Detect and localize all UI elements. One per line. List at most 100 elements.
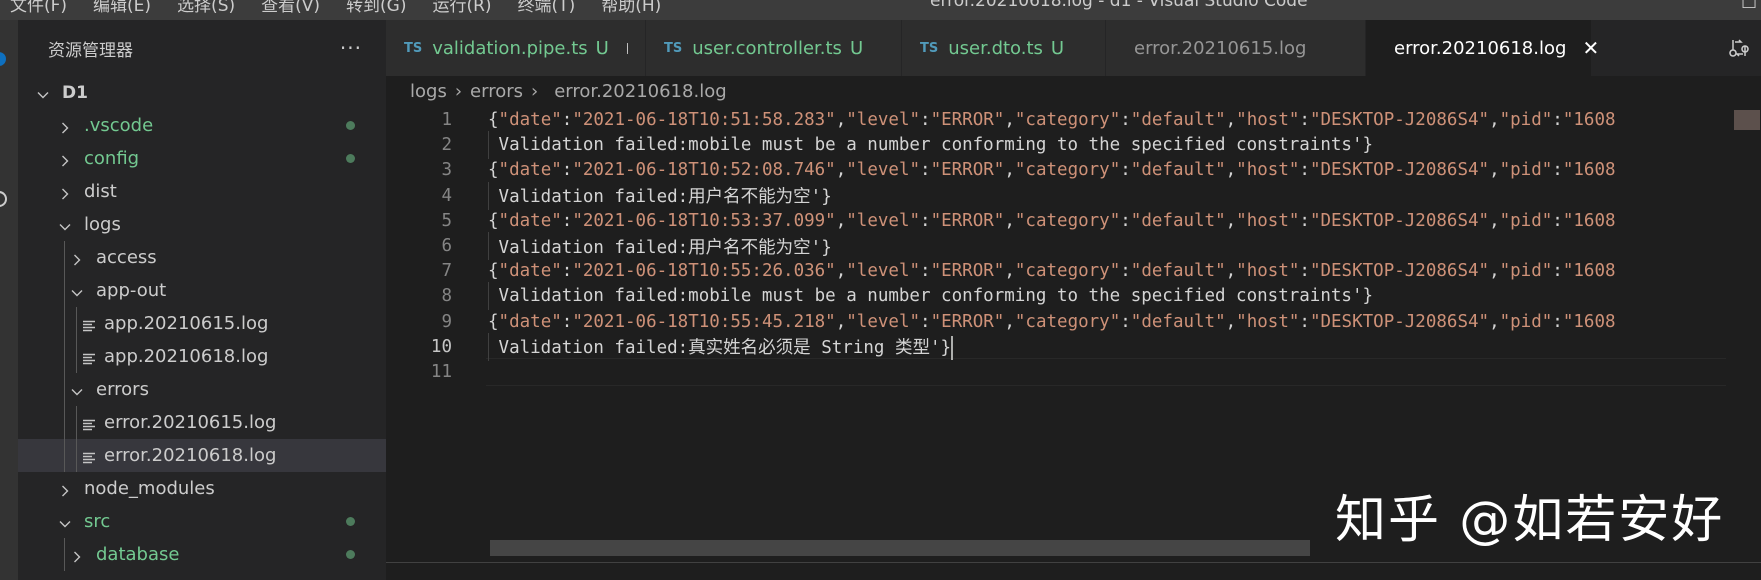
run-debug-icon[interactable] [0,191,7,207]
breadcrumb-item[interactable]: errors [470,81,523,102]
chevron-down-icon[interactable] [58,218,72,232]
chevron-right-icon[interactable] [58,152,72,166]
tab-label: error.20210615.log [1134,37,1307,59]
code-text: {"date":"2021-06-18T10:55:45.218","level… [488,311,1616,332]
code-text: Validation failed:mobile must be a numbe… [488,286,1374,307]
tree-item-label: logs [84,214,121,235]
code-line[interactable]: 6 Validation failed:用户名不能为空'} [386,232,1726,260]
source-control-badge-icon[interactable] [0,52,6,66]
code-line[interactable]: 10 Validation failed:真实姓名必须是 String 类型'} [386,332,1726,361]
git-status-dot [346,154,355,163]
line-number: 8 [441,286,452,307]
title-bar: 文件(F) 编辑(E) 选择(S) 查看(V) 转到(G) 运行(R) 终端(T) 帮助(H)… [0,0,1761,20]
close-icon[interactable]: ✕ [1582,36,1599,60]
menu-item[interactable]: 查看(V) [261,0,320,16]
file-item[interactable]: app.20210618.log [18,340,386,373]
compare-changes-icon[interactable] [1727,36,1751,60]
git-status-badge: U [849,37,864,59]
chevron-down-icon[interactable] [58,515,72,529]
tree-item-label: app-out [96,280,167,301]
code-line[interactable]: 9 {"date":"2021-06-18T10:55:45.218","leve… [386,308,1726,336]
code-line[interactable]: 3 {"date":"2021-06-18T10:52:08.746","leve… [386,156,1726,184]
window-control-icon[interactable]: □ [1741,0,1757,11]
tree-item-label: src [84,511,111,532]
chevron-down-icon[interactable] [70,383,84,397]
tree-item-label: dist [84,181,117,202]
folder-item[interactable]: access [18,241,386,274]
explorer-header: 资源管理器 ··· [18,20,386,76]
file-item[interactable]: error.20210615.log [18,406,386,439]
code-line[interactable]: 2 Validation failed:mobile must be a num… [386,131,1726,160]
line-number: 7 [441,261,452,282]
folder-item[interactable]: dist [18,175,386,208]
workspace-root[interactable]: D1 [18,76,386,109]
activity-bar [0,20,18,580]
chevron-right-icon[interactable] [58,119,72,133]
log-file-icon [82,317,96,331]
git-status-dot [346,517,355,526]
chevron-right-icon[interactable] [58,482,72,496]
code-text: Validation failed:mobile must be a numbe… [488,135,1374,156]
tab-label: user.dto.ts [948,37,1043,59]
chevron-down-icon[interactable] [36,86,50,100]
chevron-down-icon[interactable] [70,284,84,298]
chevron-right-icon[interactable] [58,185,72,199]
folder-item[interactable]: errors [18,373,386,406]
folder-item[interactable]: app-out [18,274,386,307]
more-actions-icon[interactable]: ··· [340,36,362,60]
horizontal-scrollbar[interactable] [490,540,1310,556]
tree-item-label: D1 [62,82,88,103]
menu-item[interactable]: 运行(R) [432,0,491,16]
minimap[interactable] [1726,106,1761,560]
folder-item[interactable]: logs [18,208,386,241]
code-line[interactable]: 1 {"date":"2021-06-18T10:51:58.283","leve… [386,106,1726,134]
folder-item[interactable]: node_modules [18,472,386,505]
tree-item-label: error.20210618.log [104,445,277,466]
indent-guide [64,406,65,439]
line-number: 10 [430,336,452,357]
editor-tab[interactable]: error.20210615.log [1106,20,1366,76]
folder-item[interactable]: .vscode [18,109,386,142]
file-tree: D1 .vscode config dist logs access app-out app.… [18,76,386,571]
breadcrumb-item[interactable]: logs [410,81,447,102]
code-line[interactable]: 7 {"date":"2021-06-18T10:55:26.036","leve… [386,257,1726,285]
code-line[interactable]: 5 {"date":"2021-06-18T10:53:37.099","leve… [386,207,1726,235]
tree-item-label: error.20210615.log [104,412,277,433]
file-item[interactable]: error.20210618.log [18,439,386,472]
chevron-right-icon[interactable] [70,548,84,562]
indent-guide [64,274,65,307]
folder-item[interactable]: src [18,505,386,538]
log-file-icon [82,449,96,463]
tree-item-label: database [96,544,180,565]
editor-tab[interactable]: TS user.dto.ts U [902,20,1106,76]
editor-tab[interactable]: TS user.controller.ts U [646,20,902,76]
folder-item[interactable]: config [18,142,386,175]
folder-item[interactable]: database [18,538,386,571]
menu-item[interactable]: 帮助(H) [601,0,661,16]
indent-guide [64,340,65,373]
editor-tab[interactable]: error.20210618.log ✕ [1366,20,1599,76]
menu-item[interactable]: 文件(F) [10,0,67,16]
code-text: Validation failed:真实姓名必须是 String 类型'} [488,335,954,360]
indent-guide [76,307,77,340]
bottom-panel [386,563,1761,580]
tab-label: user.controller.ts [692,37,842,59]
tree-item-label: app.20210615.log [104,313,269,334]
menu-item[interactable]: 编辑(E) [93,0,151,16]
tab-label: error.20210618.log [1394,37,1567,59]
explorer-title: 资源管理器 [48,40,133,61]
indent-guide [64,439,65,472]
chevron-right-icon[interactable] [70,251,84,265]
typescript-icon: TS [920,40,939,56]
breadcrumb-item[interactable]: error.20210618.log [554,81,726,102]
menu-item[interactable]: 终端(T) [518,0,576,16]
code-line[interactable]: 4 Validation failed:用户名不能为空'} [386,181,1726,210]
code-line[interactable]: 11 [386,358,1726,386]
indent-guide [76,340,77,373]
menu-item[interactable]: 选择(S) [177,0,235,16]
editor-tab[interactable]: TS validation.pipe.ts U [386,20,646,76]
code-line[interactable]: 8 Validation failed:mobile must be a num… [386,282,1726,311]
file-item[interactable]: app.20210615.log [18,307,386,340]
menu-item[interactable]: 转到(G) [346,0,406,16]
typescript-icon: TS [404,40,423,56]
